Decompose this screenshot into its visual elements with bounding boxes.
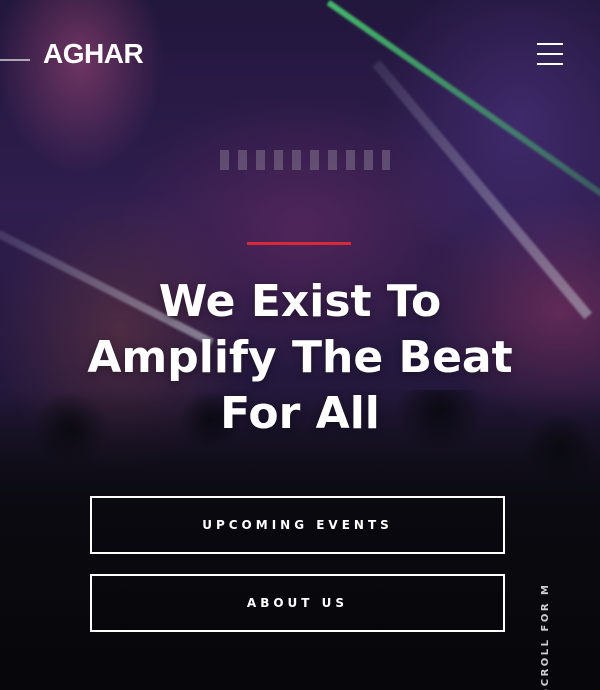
hero-headline-line: For All <box>220 388 380 439</box>
hero-headline-line: We Exist To <box>158 276 442 327</box>
hamburger-icon-bar <box>537 63 563 65</box>
hamburger-menu-button[interactable] <box>537 43 563 65</box>
hamburger-icon-bar <box>537 43 563 45</box>
hamburger-icon-bar <box>537 53 563 55</box>
header-decorative-line <box>0 59 30 61</box>
scroll-hint: SCROLL FOR MORE <box>537 586 557 690</box>
hero-headline: We Exist To Amplify The Beat For All <box>0 274 600 442</box>
about-us-button[interactable]: ABOUT US <box>90 574 505 632</box>
scroll-hint-text: SCROLL FOR MORE <box>540 586 551 690</box>
site-logo[interactable]: AGHAR <box>43 38 144 70</box>
upcoming-events-button[interactable]: UPCOMING EVENTS <box>90 496 505 554</box>
hero-headline-line: Amplify The Beat <box>87 332 513 383</box>
headline-accent-line <box>247 242 351 245</box>
